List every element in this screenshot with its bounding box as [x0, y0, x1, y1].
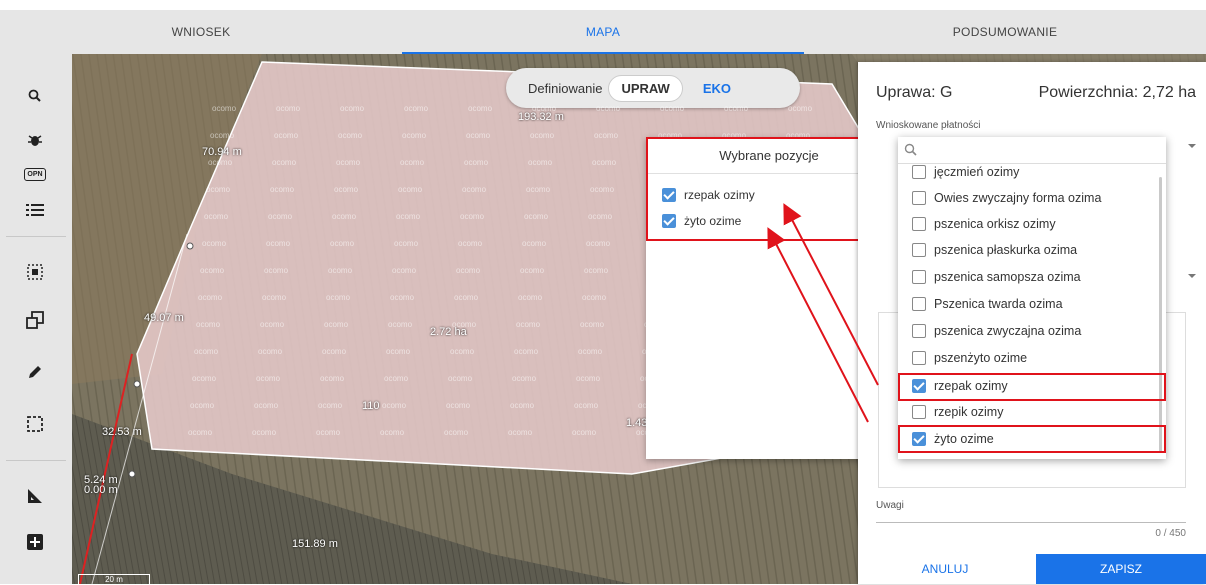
arrow-line — [767, 227, 869, 423]
arrow-line — [783, 203, 879, 386]
annotation-arrows — [767, 203, 879, 423]
